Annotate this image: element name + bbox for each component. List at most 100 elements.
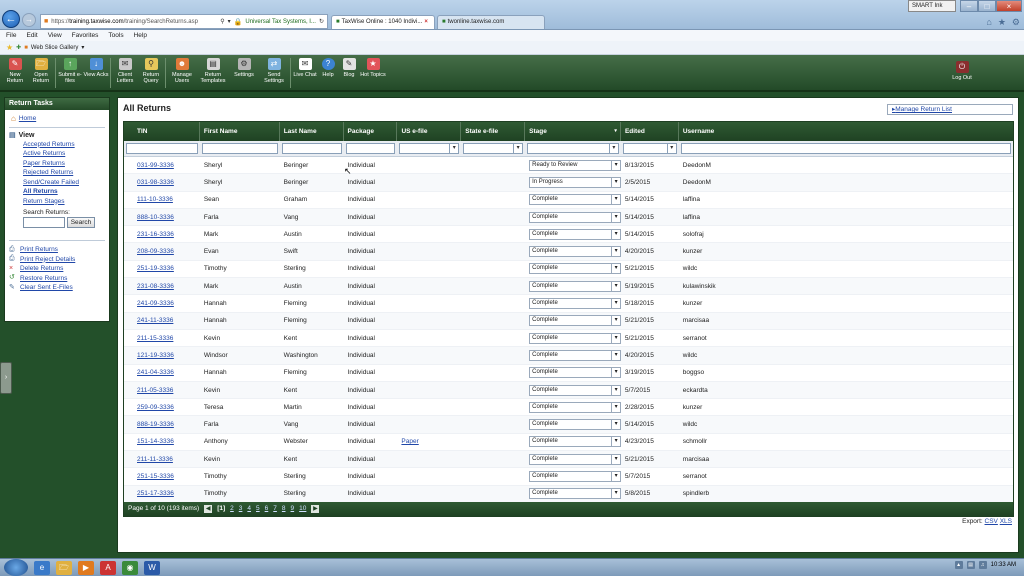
table-row[interactable]: 259-09-3336 Teresa Martin Individual Complet…	[124, 399, 1013, 417]
pdf-taskbar-icon[interactable]: A	[100, 560, 116, 575]
sidebar-item-accepted-returns[interactable]: Accepted Returns	[23, 140, 105, 150]
column-header-last-name[interactable]: Last Name	[280, 122, 344, 141]
page-link[interactable]: 5	[256, 502, 260, 516]
menu-file[interactable]: File	[6, 30, 16, 41]
tin-link[interactable]: 121-19-3336	[124, 352, 200, 359]
manage-return-list-link[interactable]: ▸Manage Return List	[887, 104, 1013, 115]
tin-link[interactable]: 251-17-3336	[124, 490, 200, 497]
page-link[interactable]: 4	[247, 502, 251, 516]
tin-link[interactable]: 031-98-3336	[124, 179, 200, 186]
close-tab-icon[interactable]: ×	[424, 16, 428, 29]
page-link[interactable]: 3	[239, 502, 243, 516]
export-csv-link[interactable]: CSV	[985, 518, 998, 525]
page-link[interactable]: 7	[273, 502, 277, 516]
table-row[interactable]: 231-08-3336Mark Austin Individual Complete5…	[124, 278, 1013, 296]
submit-efiles-button[interactable]: ↑ Submit e-files	[57, 55, 83, 91]
column-header-us-efile[interactable]: US e-file	[397, 122, 462, 141]
column-header-first-name[interactable]: First Name	[200, 122, 280, 141]
filter-tin-input[interactable]	[126, 143, 198, 154]
stage-select[interactable]: Complete	[529, 246, 621, 258]
chevron-down-icon[interactable]: ▾	[81, 44, 84, 51]
stage-select[interactable]: Complete	[529, 367, 621, 379]
home-link[interactable]: Home	[19, 114, 36, 124]
table-row[interactable]: 211-11-3336Kevin Kent Individual Complete5/…	[124, 451, 1013, 469]
menu-help[interactable]: Help	[134, 30, 147, 41]
tin-link[interactable]: 151-14-3336	[124, 438, 200, 445]
column-header-state-efile[interactable]: State e-file	[461, 122, 526, 141]
table-row[interactable]: 211-15-3336Kevin Kent Individual Complete5/…	[124, 330, 1013, 348]
table-row[interactable]: 251-15-3336 Timothy Sterling Individual Comp…	[124, 468, 1013, 486]
tin-link[interactable]: 211-05-3336	[124, 387, 200, 394]
column-header-tin[interactable]: TIN	[124, 122, 200, 141]
export-xls-link[interactable]: XLS	[1000, 518, 1012, 525]
ie-taskbar-icon[interactable]: e	[34, 560, 50, 575]
table-row[interactable]: 211-05-3336Kevin Kent Individual Complete5/…	[124, 381, 1013, 400]
page-link[interactable]: 6	[265, 502, 269, 516]
stage-select[interactable]: Complete	[529, 436, 621, 448]
minimize-button[interactable]: –	[960, 0, 978, 12]
back-button[interactable]: ←	[2, 10, 20, 28]
column-header-package[interactable]: Package	[344, 122, 398, 141]
send-settings-button[interactable]: ⇄ Send Settings	[259, 55, 289, 91]
address-bar[interactable]: ■ https://training.taxwise.com/training/…	[40, 14, 328, 29]
search-input[interactable]	[23, 217, 65, 228]
column-header-edited[interactable]: Edited	[621, 122, 679, 141]
tin-link[interactable]: 208-09-3336	[124, 248, 200, 255]
filter-package-input[interactable]	[345, 143, 396, 154]
table-row[interactable]: 231-16-3336Mark Austin Individual Complete5…	[124, 226, 1013, 244]
tin-link[interactable]: 211-11-3336	[124, 456, 200, 463]
us-efile-link[interactable]: Paper	[401, 438, 418, 445]
table-row[interactable]: 888-19-3336Farla Vang Individual Complete5/…	[124, 416, 1013, 434]
filter-first-name-input[interactable]	[201, 143, 278, 154]
favorites-star-icon[interactable]: ★	[6, 43, 13, 52]
return-query-button[interactable]: ⚲ Return Query	[138, 55, 164, 91]
blog-button[interactable]: ✎ Blog	[338, 55, 360, 91]
menu-favorites[interactable]: Favorites	[72, 30, 99, 41]
home-icon[interactable]: ⌂	[986, 17, 991, 28]
tin-link[interactable]: 231-16-3336	[124, 231, 200, 238]
stage-select[interactable]: In Progress	[529, 176, 621, 188]
gear-icon[interactable]: ⚙	[1012, 17, 1020, 28]
page-link[interactable]: 8	[282, 502, 286, 516]
filter-us-efile-select[interactable]	[399, 143, 460, 154]
table-row[interactable]: 241-09-3336 Hannah Fleming Individual Comple…	[124, 295, 1013, 313]
search-button[interactable]: Search	[67, 217, 95, 228]
live-chat-button[interactable]: ✉ Live Chat	[292, 55, 318, 91]
tin-link[interactable]: 241-04-3336	[124, 369, 200, 376]
tin-link[interactable]: 251-15-3336	[124, 473, 200, 480]
maximize-button[interactable]: □	[978, 0, 996, 12]
sidebar-item-paper-returns[interactable]: Paper Returns	[23, 159, 105, 169]
column-header-username[interactable]: Username	[679, 122, 1013, 141]
table-row[interactable]: 251-17-3336 Timothy Sterling Individual Comp…	[124, 485, 1013, 503]
stage-select[interactable]: Complete	[529, 280, 621, 292]
media-taskbar-icon[interactable]: ▶	[78, 560, 94, 575]
explorer-taskbar-icon[interactable]: 🗁	[56, 560, 72, 575]
stage-select[interactable]: Complete	[529, 211, 621, 223]
restore-returns-action[interactable]: ↺ Restore Returns	[9, 274, 105, 284]
help-button[interactable]: ? Help	[318, 55, 338, 91]
tin-link[interactable]: 211-15-3336	[124, 335, 200, 342]
tin-link[interactable]: 259-09-3336	[124, 404, 200, 411]
open-return-button[interactable]: 🗁 Open Return	[28, 55, 54, 91]
stage-select[interactable]: Complete	[529, 470, 621, 482]
start-button[interactable]	[4, 559, 28, 576]
clear-sent-efiles-action[interactable]: ✎ Clear Sent E-Files	[9, 283, 105, 293]
sidebar-item-return-stages[interactable]: Return Stages	[23, 197, 105, 207]
web-slice-gallery-link[interactable]: Web Slice Gallery	[31, 45, 79, 51]
filter-stage-select[interactable]	[527, 143, 619, 154]
filter-username-input[interactable]	[680, 143, 1011, 154]
settings-button[interactable]: ⚙ Settings	[229, 55, 259, 91]
table-row[interactable]: 251-19-3336 Timothy Sterling Individual Comp…	[124, 261, 1013, 279]
tin-link[interactable]: 241-11-3336	[124, 317, 200, 324]
sidebar-item-all-returns[interactable]: All Returns	[23, 187, 105, 197]
word-taskbar-icon[interactable]: W	[144, 560, 160, 575]
chrome-taskbar-icon[interactable]: ◉	[122, 560, 138, 575]
log-out-button[interactable]: ⏻ Log Out	[948, 58, 976, 94]
table-row[interactable]: 241-11-3336 Hannah Fleming Individual Comple…	[124, 312, 1013, 330]
menu-tools[interactable]: Tools	[108, 30, 123, 41]
table-row[interactable]: 888-10-3336Farla Vang Individual Complete5/…	[124, 208, 1013, 227]
tin-link[interactable]: 888-10-3336	[124, 214, 200, 221]
stage-select[interactable]: Complete	[529, 332, 621, 344]
site-identity[interactable]: Universal Tax Systems, I...	[245, 19, 316, 25]
sidebar-item-send-create-failed[interactable]: Send/Create Failed	[23, 178, 105, 188]
